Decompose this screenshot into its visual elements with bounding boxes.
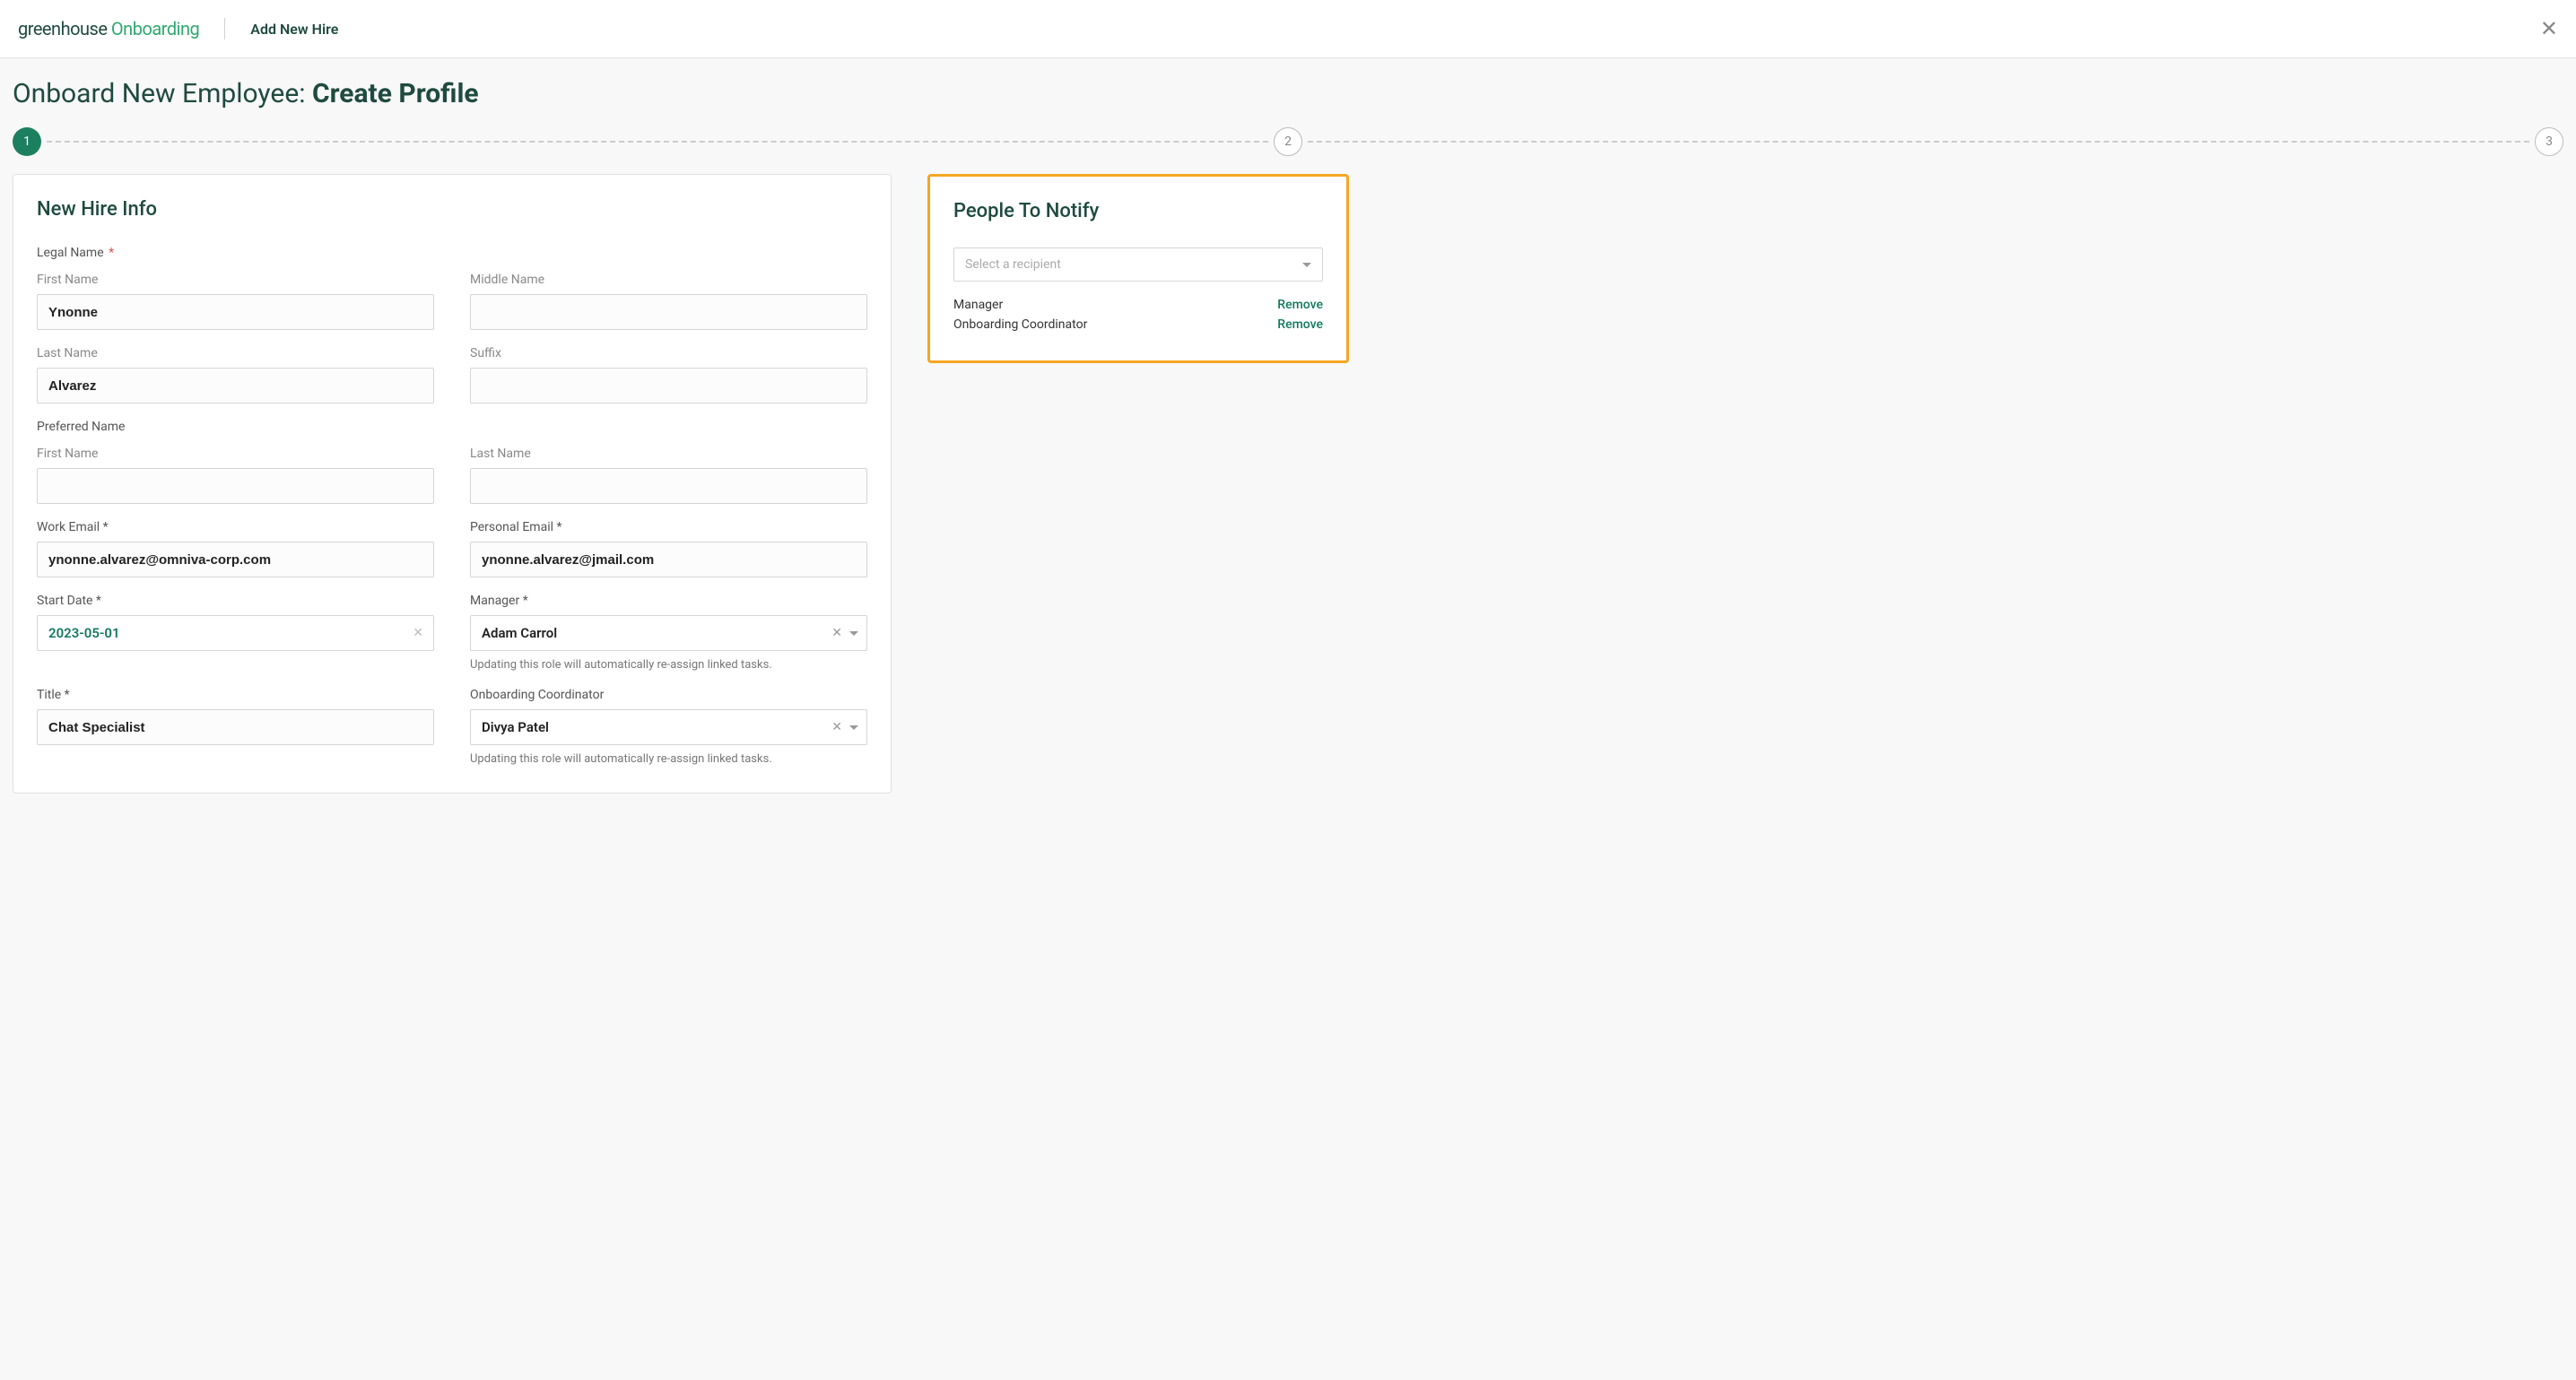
coordinator-help: Updating this role will automatically re…	[470, 752, 867, 766]
clear-date-icon[interactable]: ✕	[413, 626, 423, 640]
logo-onboarding: Onboarding	[111, 18, 199, 39]
app-header: greenhouse Onboarding Add New Hire ✕	[0, 0, 2576, 58]
step-3[interactable]: 3	[2535, 127, 2563, 156]
step-2[interactable]: 2	[1274, 127, 1302, 156]
header-divider	[224, 18, 225, 39]
page-title: Onboard New Employee: Create Profile	[13, 78, 2563, 109]
title-label: Title *	[37, 688, 434, 702]
suffix-label: Suffix	[470, 346, 867, 360]
start-date-label: Start Date *	[37, 594, 434, 608]
pref-first-name-input[interactable]	[37, 468, 434, 504]
middle-name-input[interactable]	[470, 294, 867, 330]
main-grid: New Hire Info Legal Name * First Name Mi…	[13, 174, 2563, 794]
manager-select[interactable]: Adam Carrol ✕	[470, 615, 867, 651]
notify-item: Manager Remove	[953, 298, 1323, 312]
notify-item-label: Manager	[953, 298, 1003, 312]
coordinator-select[interactable]: Divya Patel ✕	[470, 709, 867, 745]
start-date-value[interactable]: 2023-05-01	[37, 615, 434, 651]
notify-title: People To Notify	[953, 200, 1323, 222]
title-input[interactable]	[37, 709, 434, 745]
stepper: 1 2 3	[13, 127, 2563, 156]
caret-icon[interactable]	[849, 631, 858, 636]
last-name-label: Last Name	[37, 346, 434, 360]
notify-placeholder: Select a recipient	[965, 257, 1061, 272]
notify-recipient-select[interactable]: Select a recipient	[953, 247, 1323, 282]
manager-help: Updating this role will automatically re…	[470, 658, 867, 672]
coordinator-label: Onboarding Coordinator	[470, 688, 867, 702]
notify-item-label: Onboarding Coordinator	[953, 317, 1087, 332]
coordinator-value[interactable]: Divya Patel	[470, 709, 867, 745]
pref-last-name-input[interactable]	[470, 468, 867, 504]
pref-last-name-label: Last Name	[470, 447, 867, 461]
suffix-input[interactable]	[470, 368, 867, 404]
clear-coordinator-icon[interactable]: ✕	[831, 720, 842, 734]
legal-name-label: Legal Name *	[37, 246, 867, 260]
logo[interactable]: greenhouse Onboarding	[18, 18, 199, 39]
header-title: Add New Hire	[250, 21, 338, 38]
caret-icon	[1302, 263, 1311, 267]
new-hire-card: New Hire Info Legal Name * First Name Mi…	[13, 174, 892, 794]
work-email-input[interactable]	[37, 542, 434, 577]
pref-first-name-label: First Name	[37, 447, 434, 461]
clear-manager-icon[interactable]: ✕	[831, 626, 842, 640]
notify-remove-button[interactable]: Remove	[1277, 317, 1323, 332]
first-name-input[interactable]	[37, 294, 434, 330]
last-name-input[interactable]	[37, 368, 434, 404]
notify-card: People To Notify Select a recipient Mana…	[927, 174, 1349, 363]
step-line-1	[47, 141, 1268, 143]
start-date-field[interactable]: 2023-05-01 ✕	[37, 615, 434, 651]
page-content: Onboard New Employee: Create Profile 1 2…	[0, 58, 2576, 1380]
new-hire-title: New Hire Info	[37, 198, 867, 221]
work-email-label: Work Email *	[37, 520, 434, 534]
caret-icon[interactable]	[849, 725, 858, 730]
personal-email-label: Personal Email *	[470, 520, 867, 534]
logo-greenhouse: greenhouse	[18, 18, 107, 39]
notify-remove-button[interactable]: Remove	[1277, 298, 1323, 312]
page-title-pre: Onboard New Employee:	[13, 78, 312, 109]
page-title-bold: Create Profile	[312, 78, 479, 109]
notify-item: Onboarding Coordinator Remove	[953, 317, 1323, 332]
middle-name-label: Middle Name	[470, 273, 867, 287]
first-name-label: First Name	[37, 273, 434, 287]
manager-label: Manager *	[470, 594, 867, 608]
step-line-2	[1308, 141, 2529, 143]
step-1[interactable]: 1	[13, 127, 41, 156]
preferred-name-label: Preferred Name	[37, 420, 867, 434]
required-mark: *	[106, 246, 115, 260]
manager-value[interactable]: Adam Carrol	[470, 615, 867, 651]
personal-email-input[interactable]	[470, 542, 867, 577]
close-icon[interactable]: ✕	[2540, 16, 2558, 41]
